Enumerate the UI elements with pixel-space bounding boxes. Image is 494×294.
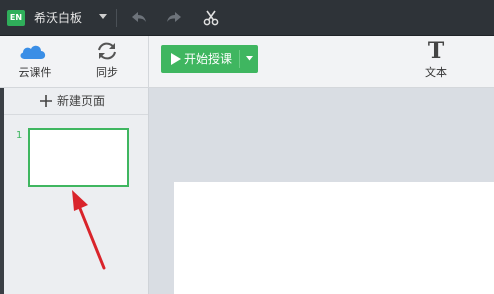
annotation-arrow <box>72 190 106 270</box>
